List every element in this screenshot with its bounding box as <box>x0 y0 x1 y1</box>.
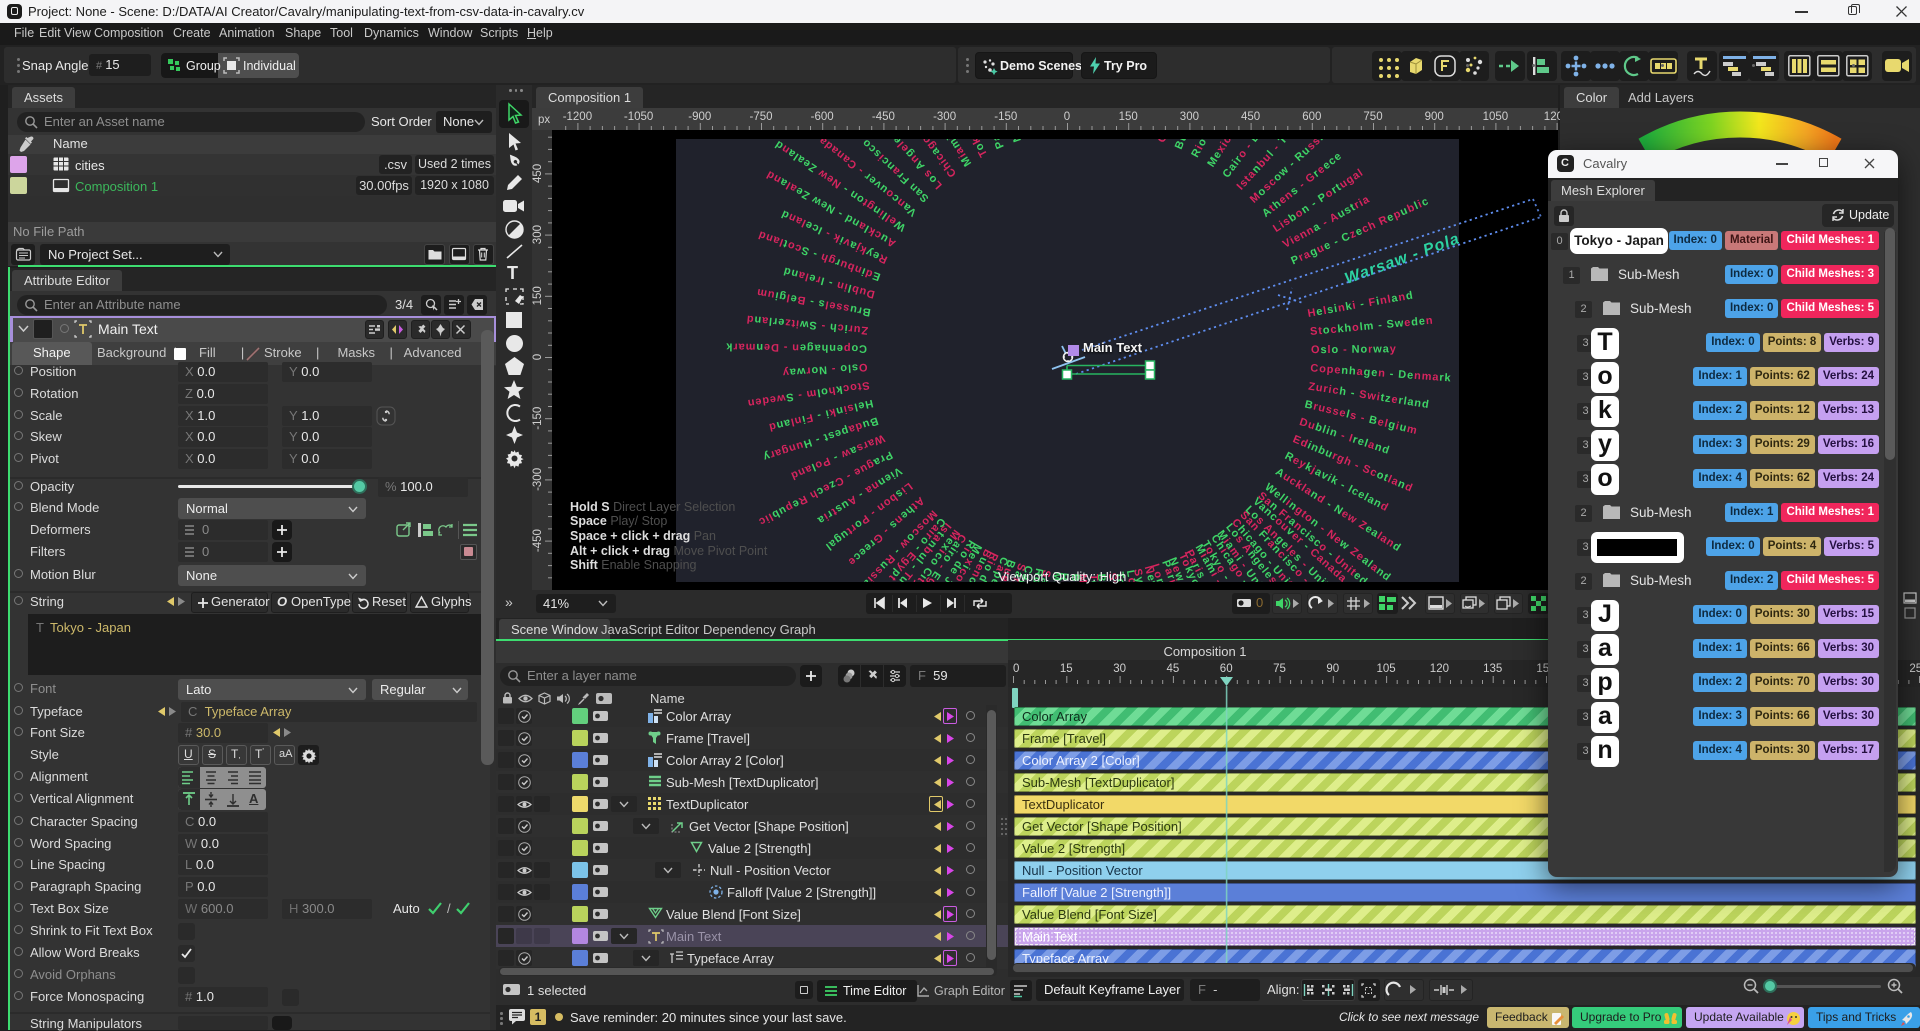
svg-text:75: 75 <box>1273 663 1286 675</box>
svg-text:255: 255 <box>1909 663 1920 675</box>
svg-text:45: 45 <box>1167 663 1180 675</box>
svg-text:105: 105 <box>1377 663 1396 675</box>
svg-text:30: 30 <box>1113 663 1126 675</box>
svg-text:135: 135 <box>1483 663 1502 675</box>
svg-text:120: 120 <box>1430 663 1449 675</box>
svg-text:60: 60 <box>1220 663 1233 675</box>
svg-text:0: 0 <box>1013 663 1019 675</box>
svg-text:90: 90 <box>1326 663 1339 675</box>
svg-text:15: 15 <box>1060 663 1073 675</box>
